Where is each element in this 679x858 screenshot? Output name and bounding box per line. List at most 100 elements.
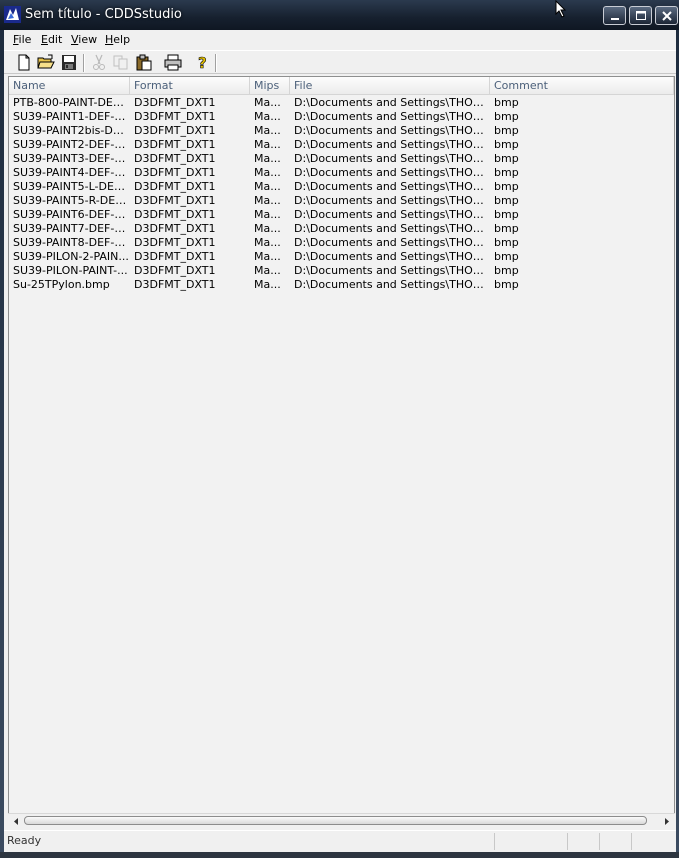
menu-file-label: ile (18, 33, 32, 46)
list-header: Name Format Mips File Comment (9, 77, 674, 95)
menu-edit[interactable]: Edit (41, 33, 62, 46)
table-row[interactable]: SU39-PAINT8-DEF-0... D3DFMT_DXT1 Ma... D:\D… (9, 236, 674, 250)
cell-name: SU39-PAINT6-DEF-0... (13, 208, 130, 221)
maximize-button[interactable] (629, 6, 652, 25)
cell-file: D:\Documents and Settings\THOMA... (294, 96, 490, 109)
desktop-strip (0, 852, 679, 858)
cell-format: D3DFMT_DXT1 (134, 208, 216, 221)
table-row[interactable]: Su-25TPylon.bmp D3DFMT_DXT1 Ma... D:\Docume… (9, 278, 674, 292)
table-row[interactable]: SU39-PAINT1-DEF-0... D3DFMT_DXT1 Ma... D:\D… (9, 110, 674, 124)
cell-mips: Ma... (254, 96, 281, 109)
cell-file: D:\Documents and Settings\THOMA... (294, 194, 490, 207)
table-row[interactable]: SU39-PILON-2-PAIN... D3DFMT_DXT1 Ma... D:\D… (9, 250, 674, 264)
column-header-file[interactable]: File (290, 77, 490, 94)
cell-comment: bmp (494, 278, 519, 291)
minimize-button[interactable] (603, 6, 626, 25)
menu-view-label: iew (78, 33, 98, 46)
cell-format: D3DFMT_DXT1 (134, 96, 216, 109)
close-button[interactable] (655, 6, 678, 25)
cell-format: D3DFMT_DXT1 (134, 152, 216, 165)
table-row[interactable]: SU39-PAINT2bis-DEF... D3DFMT_DXT1 Ma... D:\… (9, 124, 674, 138)
cell-comment: bmp (494, 264, 519, 277)
cell-name: PTB-800-PAINT-DEF-... (13, 96, 130, 109)
cell-name: SU39-PAINT8-DEF-0... (13, 236, 130, 249)
cell-format: D3DFMT_DXT1 (134, 124, 216, 137)
app-icon[interactable] (4, 6, 21, 23)
cell-format: D3DFMT_DXT1 (134, 250, 216, 263)
maximize-icon (636, 11, 646, 20)
cell-comment: bmp (494, 180, 519, 193)
column-header-mips[interactable]: Mips (250, 77, 290, 94)
help-icon[interactable]: ? (193, 54, 211, 71)
table-row[interactable]: PTB-800-PAINT-DEF-... D3DFMT_DXT1 Ma... D:\… (9, 96, 674, 110)
cell-file: D:\Documents and Settings\THOMA... (294, 222, 490, 235)
cell-file: D:\Documents and Settings\THOMA... (294, 208, 490, 221)
print-icon[interactable] (164, 54, 182, 71)
menu-bar: File Edit View Help (4, 30, 676, 50)
cell-comment: bmp (494, 194, 519, 207)
scroll-right-icon[interactable] (660, 815, 674, 828)
column-header-name[interactable]: Name (9, 77, 130, 94)
minimize-icon (611, 18, 619, 20)
toolbar-separator (83, 54, 85, 72)
cell-name: SU39-PAINT4-DEF-0... (13, 166, 130, 179)
cell-name: SU39-PAINT7-DEF-0... (13, 222, 130, 235)
cell-file: D:\Documents and Settings\THOMA... (294, 250, 490, 263)
horizontal-scrollbar[interactable] (8, 813, 675, 829)
cell-file: D:\Documents and Settings\THOMA... (294, 138, 490, 151)
column-header-format[interactable]: Format (130, 77, 250, 94)
menu-file[interactable]: File (13, 33, 31, 46)
menu-help[interactable]: Help (105, 33, 130, 46)
cell-name: SU39-PILON-2-PAIN... (13, 250, 129, 263)
cell-comment: bmp (494, 152, 519, 165)
app-window: Sem título - CDDSstudio File Edit View H… (0, 0, 679, 855)
status-pane-divider (599, 833, 600, 850)
cell-file: D:\Documents and Settings\THOMA... (294, 166, 490, 179)
cell-file: D:\Documents and Settings\THOMA... (294, 236, 490, 249)
toolbar-separator (215, 54, 217, 72)
scrollbar-track[interactable] (24, 816, 647, 826)
table-row[interactable]: SU39-PAINT5-L-DEF-... D3DFMT_DXT1 Ma... D:\… (9, 180, 674, 194)
cell-format: D3DFMT_DXT1 (134, 180, 216, 193)
table-row[interactable]: SU39-PAINT2-DEF-0... D3DFMT_DXT1 Ma... D:\D… (9, 138, 674, 152)
cell-name: SU39-PAINT2-DEF-0... (13, 138, 130, 151)
texture-list[interactable]: Name Format Mips File Comment PTB-800-PA… (8, 76, 675, 828)
cell-mips: Ma... (254, 236, 281, 249)
save-disk-icon[interactable] (60, 54, 78, 71)
table-row[interactable]: SU39-PAINT4-DEF-0... D3DFMT_DXT1 Ma... D:\D… (9, 166, 674, 180)
scroll-left-icon[interactable] (9, 815, 23, 828)
menu-view[interactable]: View (71, 33, 97, 46)
column-header-comment[interactable]: Comment (490, 77, 674, 94)
cell-format: D3DFMT_DXT1 (134, 194, 216, 207)
scrollbar-thumb[interactable] (24, 816, 647, 825)
cell-name: SU39-PAINT5-R-DEF... (13, 194, 130, 207)
cell-mips: Ma... (254, 180, 281, 193)
toolbar: ? (4, 50, 676, 74)
cell-mips: Ma... (254, 264, 281, 277)
status-pane-divider (631, 833, 632, 850)
status-pane-divider (494, 833, 495, 850)
status-pane-divider (567, 833, 568, 850)
cell-mips: Ma... (254, 222, 281, 235)
new-file-icon[interactable] (15, 54, 33, 71)
table-row[interactable]: SU39-PAINT3-DEF-0... D3DFMT_DXT1 Ma... D:\D… (9, 152, 674, 166)
window-title: Sem título - CDDSstudio (25, 7, 182, 22)
open-folder-icon[interactable] (37, 54, 55, 71)
svg-text:?: ? (198, 54, 207, 71)
title-bar[interactable]: Sem título - CDDSstudio (0, 0, 679, 30)
cell-name: SU39-PILON-PAINT-... (13, 264, 128, 277)
cell-comment: bmp (494, 236, 519, 249)
cell-format: D3DFMT_DXT1 (134, 138, 216, 151)
paste-icon[interactable] (135, 54, 153, 71)
cell-format: D3DFMT_DXT1 (134, 236, 216, 249)
cut-icon[interactable] (90, 54, 108, 71)
table-row[interactable]: SU39-PILON-PAINT-... D3DFMT_DXT1 Ma... D:\D… (9, 264, 674, 278)
table-row[interactable]: SU39-PAINT5-R-DEF... D3DFMT_DXT1 Ma... D:\D… (9, 194, 674, 208)
cell-comment: bmp (494, 138, 519, 151)
copy-icon[interactable] (112, 54, 130, 71)
table-row[interactable]: SU39-PAINT7-DEF-0... D3DFMT_DXT1 Ma... D:\D… (9, 222, 674, 236)
cell-format: D3DFMT_DXT1 (134, 110, 216, 123)
table-row[interactable]: SU39-PAINT6-DEF-0... D3DFMT_DXT1 Ma... D:\D… (9, 208, 674, 222)
cell-name: SU39-PAINT3-DEF-0... (13, 152, 130, 165)
cell-name: Su-25TPylon.bmp (13, 278, 110, 291)
